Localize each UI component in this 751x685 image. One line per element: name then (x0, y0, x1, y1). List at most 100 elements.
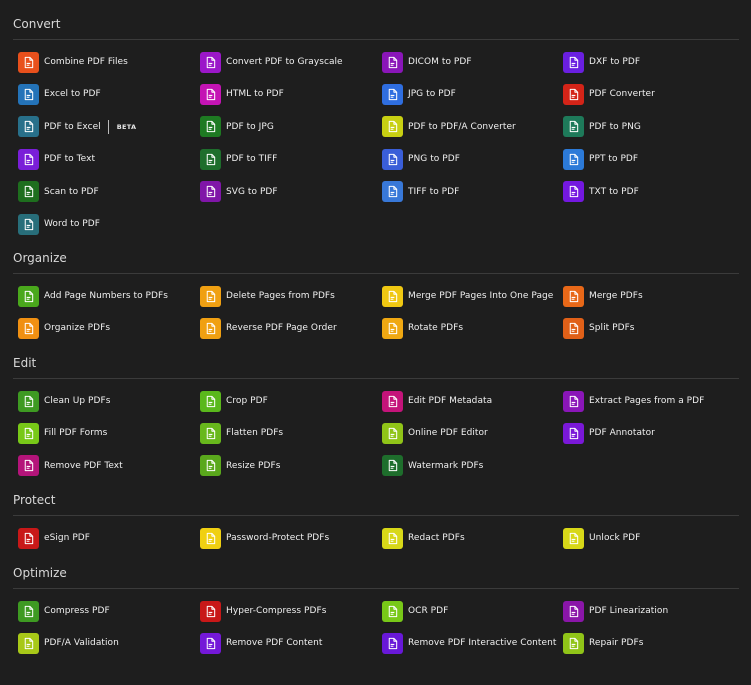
tool-link[interactable]: Reverse PDF Page Order (200, 317, 337, 339)
png-icon (382, 148, 403, 170)
merge-icon (563, 285, 584, 307)
tool-link[interactable]: eSign PDF (18, 527, 90, 549)
tool-link[interactable]: Scan to PDF (18, 181, 99, 203)
tool-label: Watermark PDFs (408, 460, 484, 471)
tool-link[interactable]: Merge PDFs (563, 285, 643, 307)
tool-link[interactable]: Rotate PDFs (382, 317, 463, 339)
tool-link[interactable]: SVG to PDF (200, 181, 278, 203)
tool-link[interactable]: PDF/A Validation (18, 632, 119, 654)
pdf-jpg-icon (200, 116, 221, 138)
tool-label: JPG to PDF (408, 89, 456, 100)
annotator-icon (563, 422, 584, 444)
dxf-icon (563, 51, 584, 73)
tool-link[interactable]: Organize PDFs (18, 317, 110, 339)
dicom-icon (382, 51, 403, 73)
tool-label: Hyper-Compress PDFs (226, 606, 327, 616)
tool-link[interactable]: PDF Annotator (563, 422, 655, 444)
section-divider (13, 39, 739, 40)
tool-link[interactable]: Watermark PDFs (382, 455, 483, 477)
tool-label: Extract Pages from a PDF (589, 396, 705, 406)
tool-label: Convert PDF to Grayscale (226, 57, 343, 67)
tool-link[interactable]: Resize PDFs (200, 455, 280, 477)
tool-link[interactable]: Delete Pages from PDFs (200, 285, 335, 307)
tool-link[interactable]: Repair PDFs (563, 632, 643, 654)
tool-link[interactable]: TIFF to PDF (382, 181, 459, 203)
section-divider (13, 378, 739, 379)
tool-link[interactable]: PDF to Text (18, 148, 95, 170)
tool-link[interactable]: Unlock PDF (563, 527, 640, 549)
tool-link[interactable]: Flatten PDFs (200, 422, 283, 444)
ocr-icon (382, 600, 403, 622)
tool-link[interactable]: PDF to PDF/A Converter (382, 116, 516, 138)
word-icon (18, 213, 39, 235)
section-title: Optimize (13, 566, 67, 580)
beta-badge: BETA (116, 122, 137, 131)
tool-link[interactable]: Edit PDF Metadata (382, 390, 492, 412)
tool-link[interactable]: DXF to PDF (563, 51, 640, 73)
combine-icon (18, 51, 39, 73)
tool-link[interactable]: Clean Up PDFs (18, 390, 110, 412)
tool-label: Fill PDF Forms (44, 428, 108, 439)
tool-link[interactable]: Compress PDF (18, 600, 110, 622)
tool-link[interactable]: Remove PDF Content (200, 632, 322, 654)
tool-link[interactable]: Word to PDF (18, 213, 100, 235)
excel-icon (18, 83, 39, 105)
tool-link[interactable]: PDF to TIFF (200, 148, 277, 170)
tool-link[interactable]: PDF to JPG (200, 116, 274, 138)
tool-label: Unlock PDF (589, 533, 641, 543)
tool-link[interactable]: PDF to PNG (563, 116, 641, 138)
tool-link[interactable]: Merge PDF Pages Into One Page (382, 285, 553, 307)
crop-icon (200, 390, 221, 412)
tool-link[interactable]: HTML to PDF (200, 83, 284, 105)
tool-link[interactable]: Fill PDF Forms (18, 422, 107, 444)
tool-link[interactable]: Redact PDFs (382, 527, 465, 549)
tool-link[interactable]: PPT to PDF (563, 148, 638, 170)
html-icon (200, 83, 221, 105)
tool-link[interactable]: TXT to PDF (563, 181, 639, 203)
tool-label: TXT to PDF (589, 186, 639, 197)
tool-link[interactable]: Hyper-Compress PDFs (200, 600, 326, 622)
tool-label: PPT to PDF (589, 154, 639, 165)
tool-link[interactable]: Excel to PDF (18, 83, 101, 105)
tool-link[interactable]: DICOM to PDF (382, 51, 472, 73)
organize-icon (18, 317, 39, 339)
tool-label: SVG to PDF (226, 186, 278, 197)
tool-link[interactable]: Add Page Numbers to PDFs (18, 285, 168, 307)
merge-pages-icon (382, 285, 403, 307)
resize-icon (200, 455, 221, 477)
tool-label: Repair PDFs (589, 638, 644, 649)
jpg-icon (382, 83, 403, 105)
tool-link[interactable]: OCR PDF (382, 600, 448, 622)
tool-label: PDF to PNG (589, 121, 641, 132)
tool-label: Online PDF Editor (408, 428, 488, 439)
tool-link[interactable]: Split PDFs (563, 317, 635, 339)
unlock-icon (563, 527, 584, 549)
tool-link[interactable]: PDF to Excel BETA (18, 116, 136, 138)
tool-label: Remove PDF Content (226, 638, 323, 649)
tool-link[interactable]: Extract Pages from a PDF (563, 390, 704, 412)
tool-label: Delete Pages from PDFs (226, 291, 335, 301)
tool-link[interactable]: Password-Protect PDFs (200, 527, 329, 549)
tool-label: HTML to PDF (226, 89, 284, 100)
section-title: Edit (13, 356, 37, 370)
remove-text-icon (18, 455, 39, 477)
tool-link[interactable]: PDF Converter (563, 83, 655, 105)
remove-interactive-icon (382, 632, 403, 654)
tool-link[interactable]: PNG to PDF (382, 148, 460, 170)
tool-label: Rotate PDFs (408, 323, 464, 334)
tool-label: PDF Linearization (589, 606, 669, 616)
tool-link[interactable]: PDF Linearization (563, 600, 668, 622)
tool-label: Flatten PDFs (226, 428, 284, 439)
tool-link[interactable]: JPG to PDF (382, 83, 456, 105)
tool-link[interactable]: Online PDF Editor (382, 422, 488, 444)
tool-label: Clean Up PDFs (44, 396, 111, 406)
tool-label: DXF to PDF (589, 57, 641, 67)
tool-link[interactable]: Convert PDF to Grayscale (200, 51, 343, 73)
tool-link[interactable]: Remove PDF Interactive Content (382, 632, 556, 654)
tool-link[interactable]: Remove PDF Text (18, 455, 123, 477)
tool-label: PDF to JPG (226, 121, 274, 132)
tool-link[interactable]: Combine PDF Files (18, 51, 128, 73)
tool-link[interactable]: Crop PDF (200, 390, 268, 412)
rotate-icon (382, 317, 403, 339)
tool-label: Scan to PDF (44, 186, 99, 197)
